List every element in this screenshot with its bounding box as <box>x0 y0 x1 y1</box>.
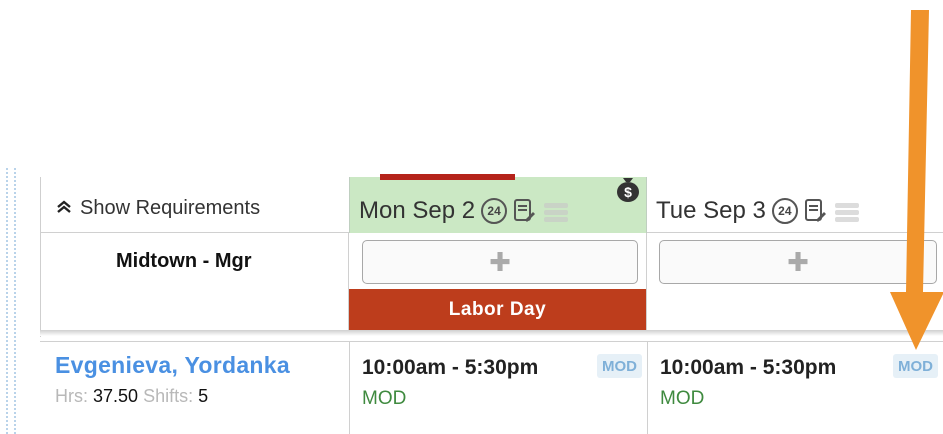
24-hour-icon[interactable]: 24 <box>481 198 508 224</box>
location-name: Midtown - Mgr <box>116 250 252 272</box>
day-label-mon: Mon Sep 2 <box>359 197 476 224</box>
hrs-value: 37.50 <box>93 386 139 406</box>
add-icon: ✚ <box>787 246 809 277</box>
24-hour-icon[interactable]: 24 <box>771 198 798 224</box>
shifts-label: Shifts: <box>143 386 194 406</box>
add-icon: ✚ <box>489 246 511 277</box>
holiday-banner: Labor Day <box>349 289 646 330</box>
shift-time-tue[interactable]: 10:00am - 5:30pm <box>660 356 836 380</box>
day-label-tue: Tue Sep 3 <box>656 197 766 224</box>
dotted-edge <box>6 168 16 434</box>
show-requirements-label: Show Requirements <box>80 197 261 219</box>
add-shift-button-mon[interactable]: ✚ <box>362 240 638 284</box>
shift-badge-tue: MOD <box>893 354 938 378</box>
day-tue[interactable]: Tue Sep 3 24 <box>656 197 862 225</box>
employee-name[interactable]: Evgenieva, Yordanka <box>55 352 290 379</box>
column-divider <box>349 341 350 434</box>
chevron-double-up-icon <box>56 199 72 219</box>
today-indicator <box>380 174 515 180</box>
money-bag-icon: $ <box>617 178 639 202</box>
svg-text:$: $ <box>624 184 632 200</box>
note-edit-icon[interactable] <box>513 198 536 224</box>
grid-shadow <box>40 330 943 336</box>
employee-stats: Hrs: 37.50 Shifts: 5 <box>55 386 208 407</box>
day-mon[interactable]: Mon Sep 2 24 <box>359 197 571 225</box>
shift-badge-mon: MOD <box>597 354 642 378</box>
column-divider <box>647 341 648 434</box>
add-shift-button-tue[interactable]: ✚ <box>659 240 937 284</box>
location-cell <box>40 233 349 330</box>
shift-time-mon[interactable]: 10:00am - 5:30pm <box>362 356 538 380</box>
note-edit-icon[interactable] <box>804 198 826 224</box>
hrs-label: Hrs: <box>55 386 88 406</box>
stack-icon[interactable] <box>541 199 571 223</box>
shift-position-tue: MOD <box>660 388 705 409</box>
shifts-value: 5 <box>198 386 209 406</box>
shift-position-mon: MOD <box>362 388 407 409</box>
show-requirements-toggle[interactable]: Show Requirements <box>56 197 260 220</box>
stack-icon[interactable] <box>832 199 862 223</box>
